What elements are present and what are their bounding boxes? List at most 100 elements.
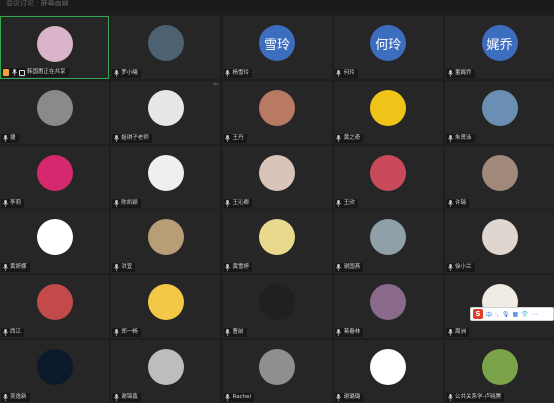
name-plate: 董娓乔 [446, 69, 475, 78]
participant-name: 许瑞 [455, 199, 467, 206]
keyboard-icon[interactable]: ▦ [512, 311, 518, 318]
participant-tile[interactable]: 黄之奇 [333, 80, 443, 144]
participant-tile[interactable]: 谢国燕 [333, 210, 443, 274]
participant-name: 徐小兰 [455, 264, 472, 271]
participant-gallery: 韩国惠正在共享 罗小曦 雪玲 杨雪玲 何玲 何玲 娓乔 董娓乔捷 ··· 姐琪子老师 王丹 黄之奇 朱贤… [0, 16, 554, 403]
participant-tile[interactable]: 王沁卿 [222, 145, 332, 209]
name-plate: 姐琪子老师 [112, 133, 152, 143]
participant-name: 公共关系学-卢晓腾 [455, 394, 501, 400]
name-plate: 谢国燕 [334, 263, 364, 273]
participant-name: 王欣 [343, 199, 355, 206]
participant-tile[interactable]: 朱贤泳 [445, 80, 554, 144]
name-plate: 黄之奇 [334, 133, 364, 143]
microphone-icon [447, 264, 453, 272]
more-icon[interactable]: ⋯ [532, 311, 538, 318]
participant-name: 吴逸新 [10, 394, 27, 400]
microphone-icon [2, 264, 8, 272]
name-plate: 西江 [1, 328, 25, 338]
participant-name: 曹前 [232, 329, 244, 336]
microphone-icon [336, 264, 342, 272]
baby-avatar [259, 154, 295, 191]
participant-tile[interactable]: 雪玲 杨雪玲 [222, 16, 332, 79]
microphone-icon [447, 70, 453, 78]
colorful-avatar [481, 349, 518, 385]
participant-name: 姐琪子老师 [121, 134, 149, 141]
participant-tile[interactable]: Rachel [222, 340, 332, 403]
tree-avatar [481, 154, 518, 191]
microphone-icon[interactable]: 🎙 [502, 311, 510, 318]
cat-avatar [36, 89, 73, 126]
participant-tile[interactable]: 王欣 [333, 145, 443, 209]
avatar-initials: 雪玲 [263, 37, 290, 53]
sogou-logo-icon[interactable]: S [473, 309, 483, 319]
participant-tile[interactable]: 许瑞 [445, 145, 554, 209]
participant-name: 李莉 [10, 199, 22, 206]
participant-name: 何玲 [343, 70, 355, 76]
name-plate: 李莉 [1, 198, 25, 208]
man-avatar [259, 349, 295, 385]
participant-tile[interactable]: ··· 姐琪子老师 [111, 80, 221, 144]
microphone-icon [447, 199, 453, 207]
microphone-icon [2, 329, 8, 337]
participant-tile[interactable]: 曹前 [222, 275, 332, 339]
person-avatar [481, 89, 518, 126]
name-plate: 王沁卿 [223, 198, 253, 208]
participant-tile[interactable]: 捷 [0, 80, 109, 144]
skin-icon[interactable]: 👕 [521, 311, 528, 318]
participant-name: 朱贤泳 [455, 134, 472, 141]
microphone-icon [225, 264, 231, 272]
cartoon-avatar [370, 89, 407, 126]
microphone-icon [336, 329, 342, 337]
microphone-icon [225, 70, 231, 78]
participant-tile[interactable]: 罗小曦 [111, 16, 221, 79]
flowers-avatar [36, 26, 73, 62]
participant-tile[interactable]: 谢璐璐 [333, 340, 443, 403]
name-plate: 曹前 [223, 328, 247, 338]
participant-tile[interactable]: 谢锦鑫 [111, 340, 221, 403]
participant-name: 董娓乔 [455, 70, 472, 76]
participant-tile[interactable]: 吴逸新 [0, 340, 109, 403]
participant-name: 谢璐璐 [343, 394, 361, 400]
microphone-icon [447, 394, 453, 402]
participant-tile[interactable]: 王丹 [222, 80, 332, 144]
ime-punctuation[interactable]: ·, [495, 311, 499, 318]
participant-tile[interactable]: 何玲 何玲 [333, 16, 443, 79]
name-plate: 谢璐璐 [334, 393, 364, 402]
ring-avatar [36, 349, 73, 385]
name-plate: 公共关系学-卢晓腾 [446, 393, 504, 402]
microphone-icon [113, 264, 119, 272]
ime-toolbar[interactable]: S 中 ·, 🎙 ▦ 👕 ⋯ [470, 307, 554, 321]
participant-tile[interactable]: 洪宜 [111, 210, 221, 274]
microphone-icon [336, 394, 342, 402]
participant-tile[interactable]: 蒋春林 [333, 275, 443, 339]
avatar-initials: 何玲 [375, 37, 402, 53]
participant-tile[interactable]: 娓乔 董娓乔 [445, 16, 554, 79]
microphone-icon [113, 329, 119, 337]
microphone-icon [447, 134, 453, 142]
participant-tile[interactable]: 徐小兰 [445, 210, 554, 274]
name-plate: 朱贤泳 [446, 133, 475, 143]
name-plate: 王欣 [334, 198, 358, 208]
participant-name: 周洲 [455, 329, 467, 336]
participant-tile[interactable]: 韩国惠正在共享 [0, 16, 109, 79]
red-roof-avatar [36, 284, 73, 321]
microphone-icon [336, 199, 342, 207]
participant-name: 黄妍娜 [10, 264, 27, 271]
participant-tile[interactable]: 西江 [0, 275, 109, 339]
participant-tile[interactable]: 郑一畅 [111, 275, 221, 339]
night-avatar [259, 284, 295, 321]
participant-tile[interactable]: 黄妍娜 [0, 210, 109, 274]
microphone-icon [113, 70, 119, 78]
participant-tile[interactable]: 黄雪婷 [222, 210, 332, 274]
participant-tile[interactable]: 李莉 [0, 145, 109, 209]
participant-name: 西江 [10, 329, 22, 336]
ime-mode[interactable]: 中 [486, 310, 492, 319]
avatar: 雪玲 [259, 25, 295, 61]
bird-cartoon-avatar [259, 219, 295, 256]
window-title: 会议讨论 · 屏幕画廊 [6, 0, 69, 7]
more-options-icon[interactable]: ··· [213, 81, 219, 89]
name-plate: 黄雪婷 [223, 263, 253, 273]
participant-name: 黄雪婷 [232, 264, 250, 271]
participant-tile[interactable]: 陈凯颖 [111, 145, 221, 209]
participant-tile[interactable]: 公共关系学-卢晓腾 [445, 340, 554, 403]
